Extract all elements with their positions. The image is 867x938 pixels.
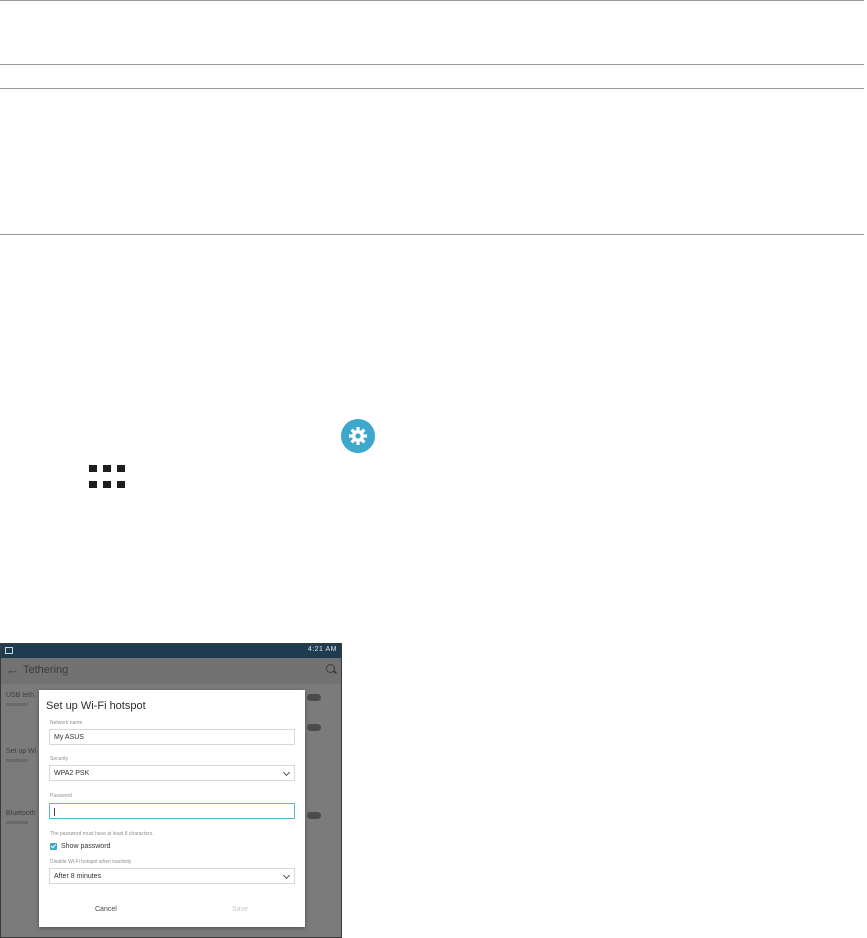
password-hint: The password must have at least 8 charac… bbox=[50, 831, 154, 837]
search-icon[interactable] bbox=[326, 664, 335, 673]
disable-hotspot-select[interactable]: After 8 minutes bbox=[49, 868, 295, 884]
disable-hotspot-label: Disable Wi-Fi hotspot when inactivity bbox=[50, 859, 132, 865]
divider-2 bbox=[0, 64, 864, 65]
background-row-usb: USB teth bbox=[6, 692, 35, 699]
save-button[interactable]: Save bbox=[232, 906, 248, 913]
chevron-down-icon bbox=[282, 768, 291, 777]
background-row-subtext bbox=[6, 821, 28, 824]
divider-3 bbox=[0, 88, 864, 89]
disable-hotspot-value: After 8 minutes bbox=[54, 873, 102, 880]
chevron-down-icon bbox=[282, 871, 291, 880]
background-row-subtext bbox=[6, 759, 28, 762]
background-row-bluetooth: Bluetooth bbox=[6, 810, 36, 817]
network-name-label: Network name bbox=[50, 720, 83, 726]
text-caret bbox=[54, 808, 55, 816]
apps-dot bbox=[89, 465, 97, 472]
status-bar: 4:21 AM bbox=[1, 644, 341, 658]
security-label: Security bbox=[50, 756, 69, 762]
usb-toggle[interactable] bbox=[307, 694, 321, 701]
show-password-label: Show password bbox=[61, 843, 111, 850]
password-label: Password bbox=[50, 793, 72, 799]
back-arrow-icon[interactable]: ← bbox=[6, 663, 19, 677]
hotspot-dialog: Set up Wi-Fi hotspot Network name My ASU… bbox=[39, 690, 305, 927]
wifi-toggle[interactable] bbox=[307, 724, 321, 731]
app-bar: ← Tethering bbox=[1, 658, 341, 684]
notification-icon bbox=[5, 647, 13, 654]
divider-4 bbox=[0, 234, 864, 235]
show-password-checkbox[interactable] bbox=[50, 843, 57, 850]
divider-1 bbox=[0, 0, 864, 1]
background-row-subtext bbox=[6, 703, 28, 706]
status-time: 4:21 AM bbox=[307, 646, 337, 653]
security-select[interactable]: WPA2 PSK bbox=[49, 765, 295, 781]
apps-dot bbox=[117, 465, 125, 472]
network-name-value: My ASUS bbox=[54, 734, 84, 741]
apps-dot bbox=[103, 465, 111, 472]
all-apps-icon bbox=[89, 465, 125, 489]
apps-dot bbox=[103, 481, 111, 488]
bluetooth-toggle[interactable] bbox=[307, 812, 321, 819]
apps-dot bbox=[89, 481, 97, 488]
dialog-title: Set up Wi-Fi hotspot bbox=[46, 700, 146, 712]
network-name-field[interactable]: My ASUS bbox=[49, 729, 295, 745]
background-row-wifi: Set up Wi bbox=[6, 748, 37, 755]
wifi-hotspot-screenshot: 4:21 AM ← Tethering USB teth Set up Wi B… bbox=[0, 643, 342, 938]
app-bar-title: Tethering bbox=[23, 664, 69, 676]
apps-dot bbox=[117, 481, 125, 488]
security-value: WPA2 PSK bbox=[54, 770, 90, 777]
cancel-button[interactable]: Cancel bbox=[95, 906, 117, 913]
settings-icon bbox=[341, 419, 375, 453]
password-field[interactable] bbox=[49, 803, 295, 819]
